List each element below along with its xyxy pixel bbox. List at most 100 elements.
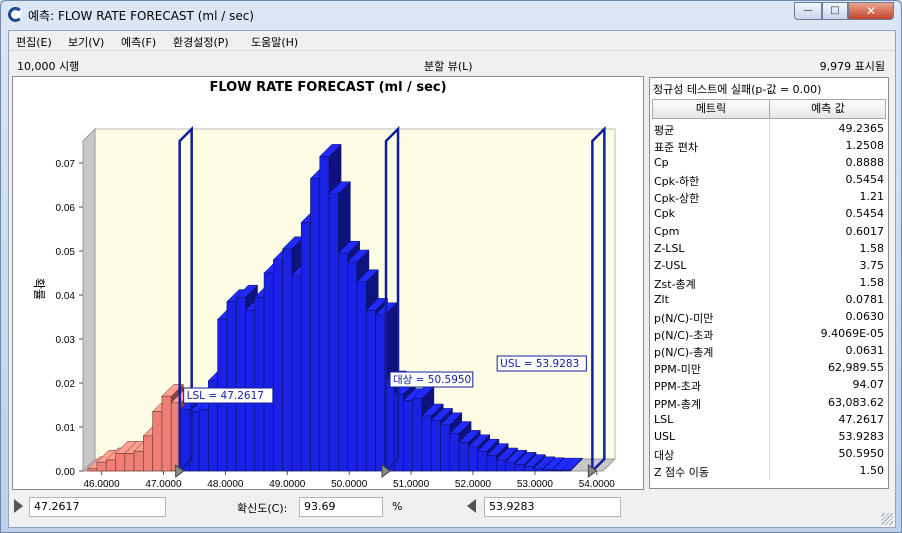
stats-row[interactable]: PPM-미만 62,989.55 xyxy=(652,359,886,376)
stats-row[interactable]: p(N/C)-미만 0.0630 xyxy=(652,308,886,325)
histogram-bar xyxy=(347,261,358,472)
metric-value: 53.9283 xyxy=(838,429,885,443)
metric-column-header[interactable]: 메트릭 xyxy=(653,100,770,118)
y-tick-label: 0.05 xyxy=(56,247,76,258)
histogram-bar xyxy=(133,450,144,472)
stats-row[interactable]: 평균 49.2365 xyxy=(652,120,886,137)
stats-row[interactable]: Z-LSL 1.58 xyxy=(652,240,886,257)
upper-bound-field[interactable]: 53.9283 xyxy=(484,497,621,517)
histogram-bar xyxy=(403,400,413,472)
x-tick-label: 51.0000 xyxy=(393,479,430,489)
certainty-field[interactable]: 93.69 xyxy=(299,497,383,517)
displayed-count: 9,979 표시됨 xyxy=(819,60,885,73)
stats-row[interactable]: Zst-총계 1.58 xyxy=(652,274,886,291)
histogram-bar xyxy=(328,193,339,472)
metric-name: Cpk xyxy=(654,207,676,221)
metric-name: PPM-미만 xyxy=(654,363,701,377)
stats-row[interactable]: p(N/C)-초과 9.4069E-05 xyxy=(652,325,886,342)
x-tick-label: 47.0000 xyxy=(145,479,182,489)
histogram-bar xyxy=(96,461,107,472)
y-tick-label: 0.01 xyxy=(56,423,76,434)
y-tick-label: 0.07 xyxy=(56,159,76,170)
histogram-bar xyxy=(105,459,116,472)
histogram-bar xyxy=(87,468,98,472)
x-tick-label: 52.0000 xyxy=(455,479,492,489)
lower-grabber-icon[interactable] xyxy=(14,499,23,513)
metric-name: PPM-총계 xyxy=(654,397,701,411)
menu-help[interactable]: 도움말(H) xyxy=(251,34,298,50)
client-area: 편집(E) 보기(V) 예측(F) 환경설정(P) 도움말(H) 10,000 … xyxy=(8,30,896,528)
menu-view[interactable]: 보기(V) xyxy=(68,34,104,50)
histogram-bar xyxy=(477,450,488,472)
value-column-header[interactable]: 예측 값 xyxy=(771,100,885,118)
stats-header: 메트릭 예측 값 xyxy=(652,99,886,119)
metric-value: 1.21 xyxy=(859,190,885,204)
histogram-bar xyxy=(254,296,265,472)
metric-name: p(N/C)-총계 xyxy=(654,346,714,360)
menu-preferences[interactable]: 환경설정(P) xyxy=(173,34,229,50)
stats-row[interactable]: Zlt 0.0781 xyxy=(652,291,886,308)
menu-forecast[interactable]: 예측(F) xyxy=(121,34,156,50)
stats-table: 평균 49.2365 표준 편차 1.2508 Cp 0.8888 Cpk-하한 0.5454… xyxy=(652,120,886,480)
stats-row[interactable]: Z-USL 3.75 xyxy=(652,257,886,274)
minimize-button[interactable]: — xyxy=(794,2,822,20)
histogram-bar xyxy=(449,433,460,472)
maximize-button[interactable]: □ xyxy=(822,2,848,20)
metric-value: 3.75 xyxy=(859,258,885,272)
histogram-bar xyxy=(235,296,246,472)
metric-name: PPM-초과 xyxy=(654,380,701,394)
window-title: 예측: FLOW RATE FORECAST (ml / sec) xyxy=(28,9,254,23)
stats-row[interactable]: Cp 0.8888 xyxy=(652,154,886,171)
metric-name: Cp xyxy=(654,156,669,170)
stats-row[interactable]: PPM-초과 94.07 xyxy=(652,376,886,393)
stats-row[interactable]: Cpk-하한 0.5454 xyxy=(652,171,886,188)
stats-row[interactable]: Z 점수 이동 1.50 xyxy=(652,462,886,479)
metric-value: 49.2365 xyxy=(838,122,885,135)
histogram-bar xyxy=(310,178,321,472)
histogram-bar xyxy=(338,252,348,472)
metric-value: 0.0630 xyxy=(845,310,885,324)
stats-row[interactable]: p(N/C)-총계 0.0631 xyxy=(652,342,886,359)
stats-row[interactable]: 표준 편차 1.2508 xyxy=(652,137,886,154)
metric-value: 0.0781 xyxy=(845,292,885,306)
title-bar[interactable]: 예측: FLOW RATE FORECAST (ml / sec) — □ ✕ xyxy=(1,1,901,29)
metric-value: 0.5454 xyxy=(845,173,885,187)
histogram-chart[interactable]: 0.00 0.01 0.02 0.03 0.04 0.05 0.06 0.07 46.0000 4… xyxy=(13,77,643,489)
info-bar: 10,000 시행 분할 뷰(L) 9,979 표시됨 xyxy=(9,52,895,76)
metric-name: Z 점수 이동 xyxy=(654,465,710,479)
y-tick-label: 0.02 xyxy=(56,379,76,390)
histogram-bar xyxy=(300,222,311,472)
bottom-bar: 47.2617 확신도(C): 93.69 % 53.9283 xyxy=(9,492,895,522)
x-tick-label: 53.0000 xyxy=(517,479,554,489)
stats-row[interactable]: PPM-총계 63,083.62 xyxy=(652,394,886,411)
stats-row[interactable]: Cpm 0.6017 xyxy=(652,223,886,240)
stats-row[interactable]: 대상 50.5950 xyxy=(652,445,886,462)
stats-row[interactable]: LSL 47.2617 xyxy=(652,411,886,428)
histogram-bar xyxy=(115,453,126,472)
menu-edit[interactable]: 편집(E) xyxy=(16,34,52,50)
histogram-bar xyxy=(412,398,423,472)
histogram-bar xyxy=(291,274,302,472)
lower-bound-field[interactable]: 47.2617 xyxy=(29,497,166,517)
metric-value: 1.58 xyxy=(859,241,885,255)
stats-row[interactable]: Cpk 0.5454 xyxy=(652,205,886,222)
histogram-bar xyxy=(523,466,534,472)
histogram-bar xyxy=(152,411,163,472)
histogram-bar xyxy=(161,395,172,472)
y-axis-label: 확률 xyxy=(32,278,46,300)
metric-name: Z-USL xyxy=(654,258,687,272)
histogram-bar xyxy=(560,469,571,472)
upper-grabber-icon[interactable] xyxy=(467,499,476,513)
stats-row[interactable]: Cpk-상한 1.21 xyxy=(652,188,886,205)
x-tick-label: 50.0000 xyxy=(331,479,368,489)
split-view-link[interactable]: 분할 뷰(L) xyxy=(424,58,473,74)
metric-name: Cpm xyxy=(654,224,680,238)
close-button[interactable]: ✕ xyxy=(848,2,894,20)
metric-value: 63,083.62 xyxy=(828,395,884,409)
histogram-bar xyxy=(365,310,376,472)
resize-grip-icon[interactable] xyxy=(881,513,893,525)
histogram-bar xyxy=(198,409,209,472)
metric-value: 1.50 xyxy=(859,463,885,477)
spec-label: 대상 = 50.5950 xyxy=(393,374,471,386)
stats-row[interactable]: USL 53.9283 xyxy=(652,428,886,445)
